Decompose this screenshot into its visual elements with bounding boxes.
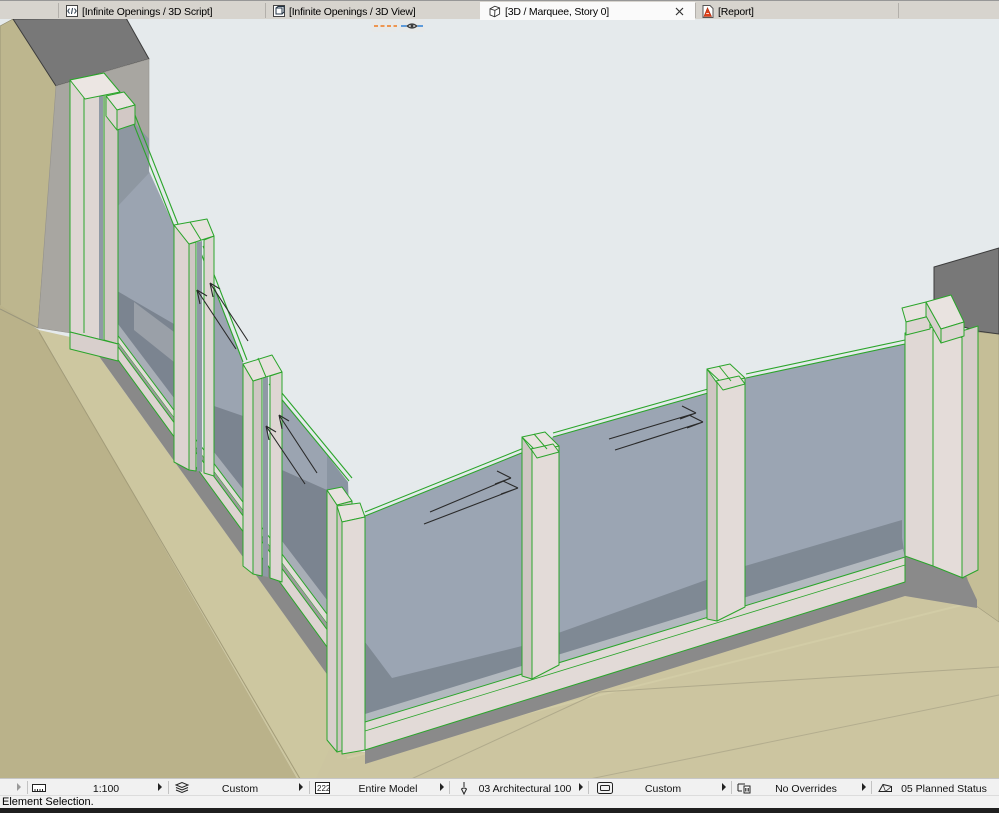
svg-text:222: 222 — [317, 784, 330, 793]
